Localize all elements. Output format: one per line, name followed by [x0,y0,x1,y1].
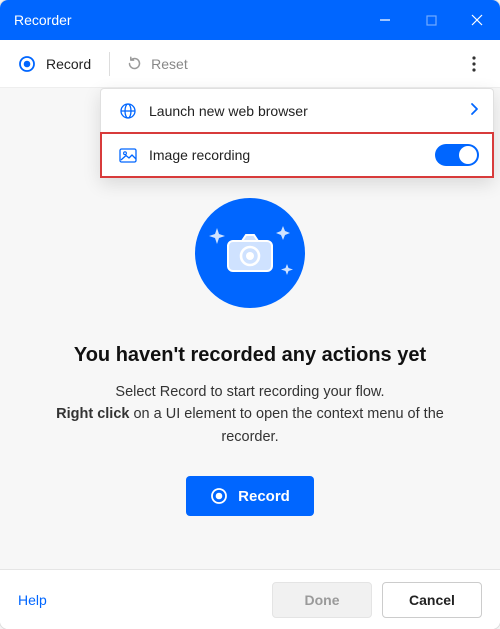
record-button[interactable]: Record [186,476,314,516]
toolbar-divider [109,52,110,76]
image-recording-menu-item[interactable]: Image recording [101,133,493,177]
maximize-icon [426,15,437,26]
minimize-icon [379,14,391,26]
window-title: Recorder [0,12,362,28]
empty-body: Select Record to start recording your fl… [0,381,500,448]
record-icon [210,487,228,505]
titlebar: Recorder [0,0,500,40]
image-icon [115,148,141,163]
more-options-button[interactable] [456,46,492,82]
empty-line2-rest: on a UI element to open the context menu… [129,406,443,444]
maximize-button[interactable] [408,0,454,40]
close-button[interactable] [454,0,500,40]
image-recording-toggle[interactable] [435,144,479,166]
done-button[interactable]: Done [272,582,372,618]
content-area: Launch new web browser Image recording [0,88,500,569]
reset-icon [126,55,143,72]
reset-label: Reset [151,56,188,72]
kebab-icon [472,56,476,72]
hero-icon [195,198,305,308]
empty-line1: Select Record to start recording your fl… [115,384,384,400]
close-icon [471,14,483,26]
footer: Help Done Cancel [0,569,500,629]
reset-tool[interactable]: Reset [116,46,198,82]
launch-browser-menu-item[interactable]: Launch new web browser [101,89,493,133]
record-button-label: Record [238,488,290,505]
toolbar: Record Reset [0,40,500,88]
launch-browser-label: Launch new web browser [149,103,308,119]
record-icon [18,55,36,73]
empty-line2-bold: Right click [56,406,129,422]
record-tool[interactable]: Record [8,46,101,82]
globe-icon [115,102,141,120]
more-options-menu: Launch new web browser Image recording [100,88,494,178]
help-link[interactable]: Help [18,592,47,608]
minimize-button[interactable] [362,0,408,40]
empty-heading: You haven't recorded any actions yet [74,344,426,367]
sparkle-icon [195,198,305,308]
recorder-window: Recorder Record Reset [0,0,500,629]
cancel-button[interactable]: Cancel [382,582,482,618]
image-recording-label: Image recording [149,147,250,163]
record-label: Record [46,56,91,72]
chevron-right-icon [470,102,479,119]
